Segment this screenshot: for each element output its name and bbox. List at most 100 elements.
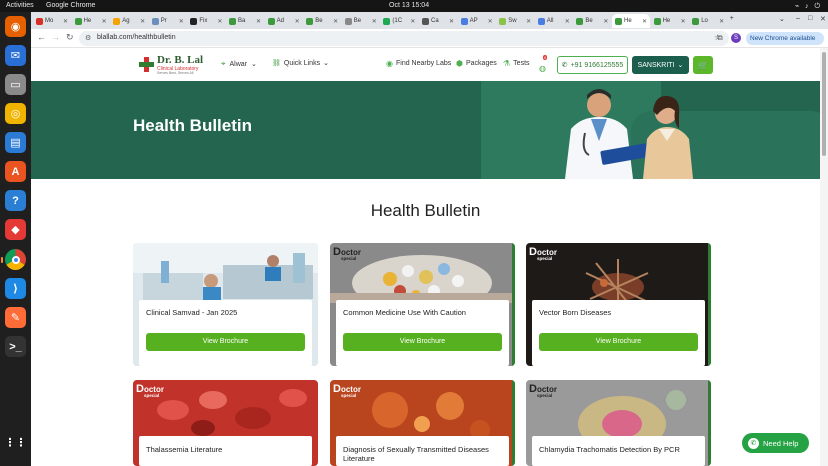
reload-icon[interactable]: ↻ (66, 32, 74, 43)
clock[interactable]: Oct 13 15:04 (389, 2, 429, 9)
card-title: Chlamydia Trachomatis Detection By PCR (539, 445, 680, 454)
browser-tab[interactable]: Fix ✕ (187, 14, 225, 28)
call-button[interactable]: ✆ +91 9166125555 (557, 56, 628, 74)
location-selector[interactable]: ⌖ Alwar ⌄ (221, 59, 257, 69)
address-bar[interactable]: ⚙ blallab.com/healthbulletin ☆ (79, 31, 729, 46)
tab-close-icon[interactable]: ✕ (295, 18, 300, 25)
user-name: SANSKRITI (637, 61, 675, 69)
bulletin-card[interactable]: Doctor special Vector Born Diseases View … (526, 243, 711, 366)
tab-close-icon[interactable]: ✕ (63, 18, 68, 25)
view-brochure-button[interactable]: View Brochure (539, 333, 698, 351)
tab-close-icon[interactable]: ✕ (642, 18, 647, 25)
browser-tab[interactable]: (1C ✕ (380, 14, 418, 28)
maximize-icon[interactable]: □ (808, 15, 812, 22)
browser-tab[interactable]: Mo ✕ (33, 14, 71, 28)
terminal-icon[interactable]: >_ (5, 336, 26, 357)
bulletin-card[interactable]: Doctor special Common Medicine Use With C… (330, 243, 515, 366)
tab-favicon-icon (267, 17, 275, 25)
browser-tab[interactable]: Ad ✕ (265, 14, 303, 28)
cart-button[interactable]: 🛒 (693, 56, 713, 74)
system-tray[interactable]: ⌁ ♪ ⏻ (795, 2, 822, 11)
doctor-special-tag: Doctor special (529, 383, 557, 398)
browser-tab[interactable]: Be ✕ (342, 14, 380, 28)
files-icon[interactable]: ▭ (5, 74, 26, 95)
browser-tab[interactable]: He ✕ (72, 14, 110, 28)
site-logo[interactable]: Dr. B. Lal Clinical Laboratory Serves Be… (139, 54, 209, 76)
extensions-icon[interactable]: ⧉ (717, 33, 723, 43)
nav-tests[interactable]: ⚗ Tests (503, 59, 530, 68)
thunderbird-icon[interactable]: ✉ (5, 45, 26, 66)
new-tab-icon[interactable]: + (730, 15, 734, 22)
tab-close-icon[interactable]: ✕ (449, 18, 454, 25)
browser-tab[interactable]: Ag ✕ (110, 14, 148, 28)
quick-links-label: Quick Links (283, 59, 321, 67)
bulletin-card[interactable]: Doctor special Thalassemia Literature (133, 380, 318, 466)
vscode-icon[interactable]: ⟩ (5, 278, 26, 299)
tab-close-icon[interactable]: ✕ (410, 18, 415, 25)
browser-tab[interactable]: He ✕ (651, 14, 689, 28)
tab-close-icon[interactable]: ✕ (488, 18, 493, 25)
quick-links-menu[interactable]: ⛓ Quick Links ⌄ (272, 59, 329, 68)
browser-tab[interactable]: AP ✕ (458, 14, 496, 28)
tab-close-icon[interactable]: ✕ (217, 18, 222, 25)
tab-close-icon[interactable]: ✕ (102, 18, 107, 25)
browser-tab[interactable]: Pr ✕ (149, 14, 187, 28)
new-chrome-available-button[interactable]: New Chrome available (746, 32, 824, 45)
tab-close-icon[interactable]: ✕ (179, 18, 184, 25)
app-center-icon[interactable]: A (5, 161, 26, 182)
tab-close-icon[interactable]: ✕ (333, 18, 338, 25)
bulletin-card[interactable]: Doctor special Diagnosis of Sexually Tran… (330, 380, 515, 466)
tab-close-icon[interactable]: ✕ (565, 18, 570, 25)
activities-button[interactable]: Activities (6, 2, 34, 9)
nav-label: Packages (465, 60, 497, 67)
site-info-icon[interactable]: ⚙ (85, 34, 91, 42)
profile-avatar[interactable]: S (731, 33, 741, 43)
nav-packages[interactable]: ⬢ Packages (456, 59, 497, 68)
tab-close-icon[interactable]: ✕ (372, 18, 377, 25)
browser-tab[interactable]: Ca ✕ (419, 14, 457, 28)
tab-title: Lo (701, 18, 708, 24)
browser-tab[interactable]: He ✕ (612, 14, 650, 28)
firefox-icon[interactable]: ◉ (5, 16, 26, 37)
tab-close-icon[interactable]: ✕ (681, 18, 686, 25)
need-help-button[interactable]: ✆ Need Help (742, 433, 809, 453)
tab-close-icon[interactable]: ✕ (140, 18, 145, 25)
notification-bell[interactable]: ◍ 0 (539, 55, 548, 73)
card-title: Thalassemia Literature (146, 445, 223, 454)
browser-tab[interactable]: Sw ✕ (496, 14, 534, 28)
app-menu[interactable]: Google Chrome (46, 2, 95, 9)
tab-close-icon[interactable]: ✕ (526, 18, 531, 25)
tab-close-icon[interactable]: ✕ (603, 18, 608, 25)
card-panel: Diagnosis of Sexually Transmitted Diseas… (336, 436, 509, 466)
postman-icon[interactable]: ✎ (5, 307, 26, 328)
app-grid-icon[interactable]: ⋮⋮ (5, 432, 27, 453)
browser-tab[interactable]: Lo ✕ (689, 14, 727, 28)
close-window-icon[interactable]: ✕ (820, 15, 826, 23)
tab-close-icon[interactable]: ✕ (719, 18, 724, 25)
nav-find-nearby-labs[interactable]: ◉ Find Nearby Labs (386, 59, 451, 68)
tab-title: Pr (160, 18, 167, 24)
minimize-icon[interactable]: – (796, 15, 800, 22)
url-text[interactable]: blallab.com/healthbulletin (97, 34, 176, 41)
tab-favicon-icon (499, 17, 507, 25)
tab-search-icon[interactable]: ⌄ (779, 15, 785, 23)
back-icon[interactable]: ← (37, 32, 46, 42)
help-icon[interactable]: ? (5, 190, 26, 211)
tab-close-icon[interactable]: ✕ (256, 18, 261, 25)
view-brochure-button[interactable]: View Brochure (146, 333, 305, 351)
bulletin-card[interactable]: Doctor special Chlamydia Trachomatis Dete… (526, 380, 711, 466)
chrome-icon[interactable] (5, 249, 26, 270)
scrollbar-thumb[interactable] (822, 52, 826, 156)
user-menu-button[interactable]: SANSKRITI ⌄ (632, 56, 689, 74)
browser-tab[interactable]: Be ✕ (303, 14, 341, 28)
browser-tab[interactable]: Ba ✕ (226, 14, 264, 28)
browser-tab[interactable]: Be ✕ (573, 14, 611, 28)
forward-icon[interactable]: → (51, 32, 60, 42)
browser-tab[interactable]: All ✕ (535, 14, 573, 28)
libreoffice-writer-icon[interactable]: ▤ (5, 132, 26, 153)
tab-favicon-icon (36, 17, 43, 25)
view-brochure-button[interactable]: View Brochure (343, 333, 502, 351)
rhythmbox-icon[interactable]: ◎ (5, 103, 26, 124)
bulletin-card[interactable]: Clinical Samvad - Jan 2025 View Brochure (133, 243, 318, 366)
anydesk-icon[interactable]: ◆ (5, 219, 26, 240)
